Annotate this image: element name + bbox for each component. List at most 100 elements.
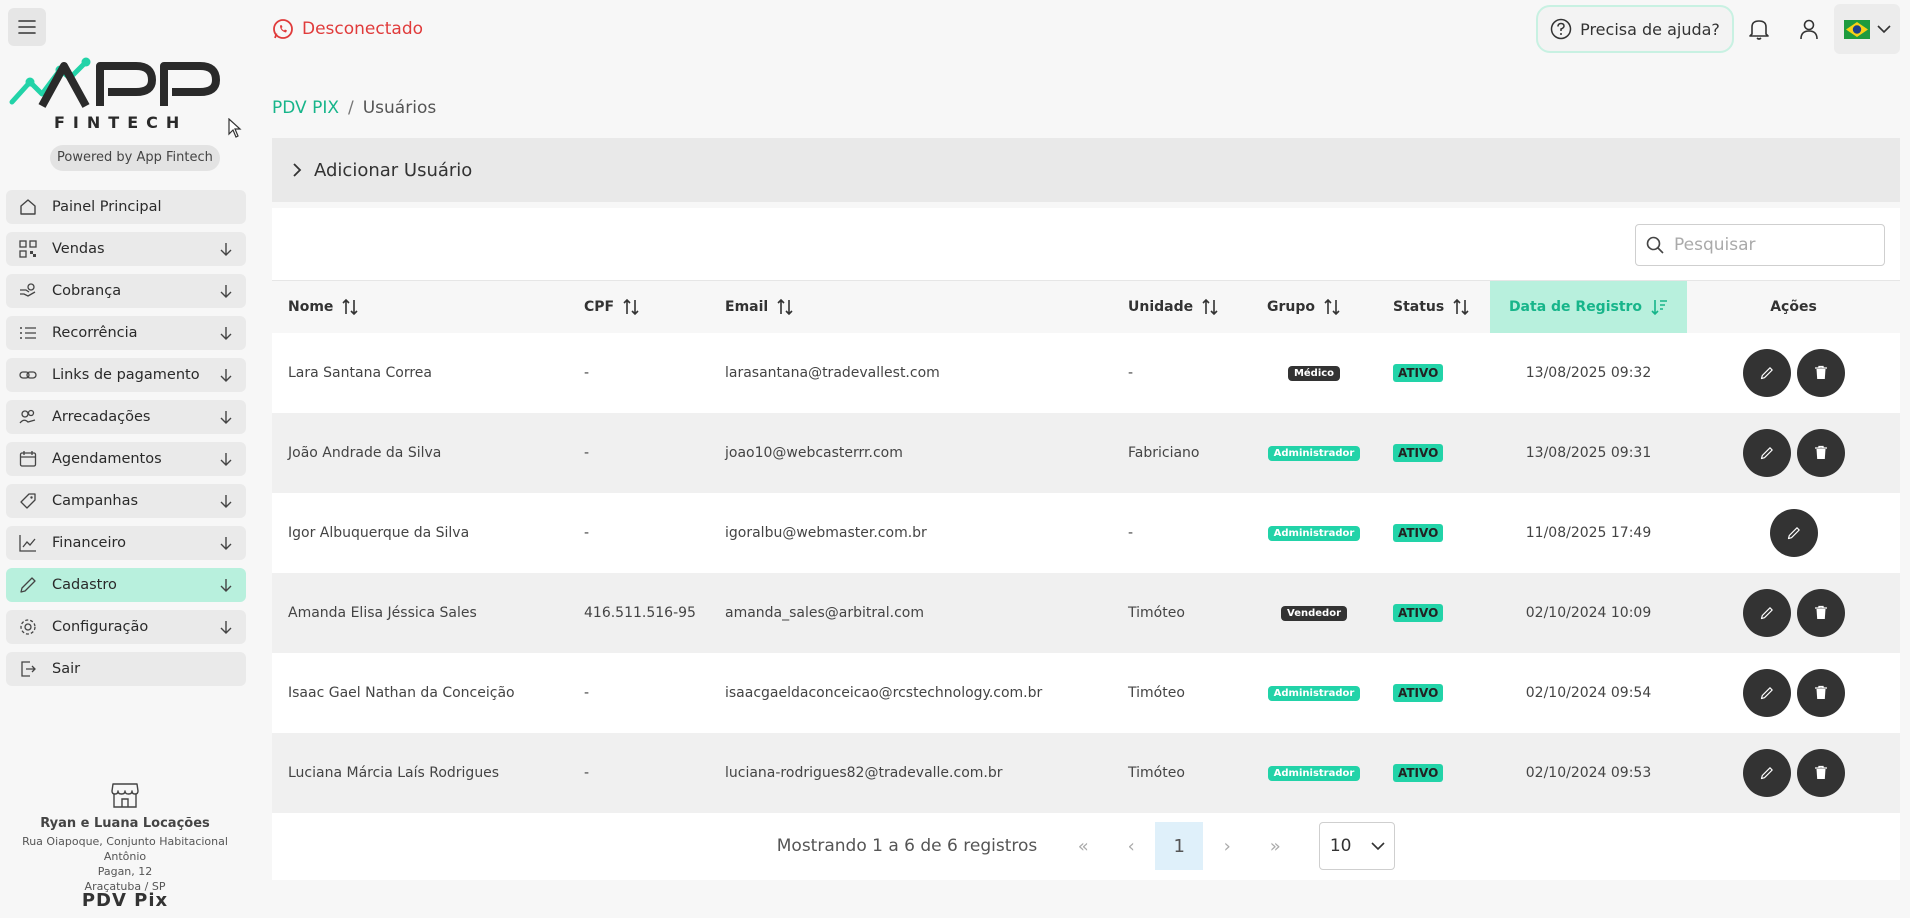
arrow-down-icon (218, 409, 234, 425)
column-header-nome[interactable]: Nome (272, 281, 568, 333)
next-page-button[interactable]: › (1203, 822, 1251, 870)
hand-money-icon (18, 281, 38, 301)
calendar-icon (18, 449, 38, 469)
sidebar-item-campanhas[interactable]: Campanhas (6, 484, 246, 518)
bell-icon (1748, 17, 1770, 41)
column-header-cpf[interactable]: CPF (568, 281, 709, 333)
sidebar-item-agendamentos[interactable]: Agendamentos (6, 442, 246, 476)
page-size-select[interactable]: 10 (1319, 822, 1396, 870)
trash-icon (1814, 445, 1828, 460)
cell-acoes (1687, 733, 1900, 813)
edit-button[interactable] (1742, 428, 1791, 477)
sidebar-item-label: Sair (52, 661, 81, 677)
sort-icon (341, 298, 359, 316)
first-page-button[interactable]: « (1059, 822, 1107, 870)
cell-nome: João Andrade da Silva (288, 444, 442, 461)
hamburger-icon (18, 20, 36, 34)
sort-icon (776, 298, 794, 316)
column-header-status[interactable]: Status (1377, 281, 1490, 333)
cell-nome: Amanda Elisa Jéssica Sales (288, 604, 477, 621)
edit-button[interactable] (1742, 748, 1791, 797)
user-profile-button[interactable] (1794, 14, 1824, 44)
sidebar-item-cadastro[interactable]: Cadastro (6, 568, 246, 602)
menu-toggle-button[interactable] (8, 8, 46, 46)
column-header-email[interactable]: Email (709, 281, 1112, 333)
breadcrumb-current: Usuários (362, 98, 437, 118)
add-user-toggle[interactable]: Adicionar Usuário (272, 138, 1900, 202)
row-actions (1742, 748, 1845, 797)
column-label: Unidade (1128, 298, 1194, 315)
language-selector[interactable] (1834, 4, 1900, 54)
pencil-icon (1760, 446, 1774, 460)
edit-button[interactable] (1769, 508, 1818, 557)
cell-nome: Isaac Gael Nathan da Conceição (288, 684, 515, 701)
cell-acoes (1687, 413, 1900, 493)
help-button[interactable]: Precisa de ajuda? (1536, 5, 1734, 53)
delete-button[interactable] (1796, 348, 1845, 397)
table-row: João Andrade da Silva - joao10@webcasterrr… (272, 412, 1900, 493)
cell-status: ATIVO (1377, 493, 1490, 573)
list-icon (18, 323, 38, 343)
sort-descending-icon (1650, 298, 1668, 316)
edit-button[interactable] (1742, 588, 1791, 637)
notifications-button[interactable] (1744, 14, 1774, 44)
search-input[interactable] (1674, 235, 1874, 255)
pencil-icon (1760, 766, 1774, 780)
table-row: Igor Albuquerque da Silva - igoralbu@webma… (272, 492, 1900, 573)
connection-status[interactable]: Desconectado (272, 18, 423, 40)
cell-unidade: - (1128, 364, 1134, 381)
column-header-unidade[interactable]: Unidade (1112, 281, 1251, 333)
sidebar-item-sair[interactable]: Sair (6, 652, 246, 686)
cell-data-registro: 02/10/2024 09:53 (1525, 764, 1652, 781)
gear-icon (18, 617, 38, 637)
arrow-down-icon (218, 535, 234, 551)
cell-email: amanda_sales@arbitral.com (725, 604, 924, 621)
cell-unidade: Timóteo (1128, 684, 1185, 701)
delete-button[interactable] (1796, 668, 1845, 717)
cell-cpf: - (584, 684, 590, 701)
question-icon (1550, 18, 1580, 40)
edit-button[interactable] (1742, 668, 1791, 717)
chevron-down-icon (1371, 841, 1385, 851)
delete-button[interactable] (1796, 428, 1845, 477)
sidebar-item-configuracao[interactable]: Configuração (6, 610, 246, 644)
delete-button[interactable] (1796, 748, 1845, 797)
breadcrumb-root-link[interactable]: PDV PIX (272, 98, 339, 118)
sidebar-item-vendas[interactable]: Vendas (6, 232, 246, 266)
page-button-current[interactable]: 1 (1155, 822, 1204, 870)
search-icon (1646, 236, 1664, 254)
column-label: Nome (288, 298, 334, 315)
cell-email: igoralbu@webmaster.com.br (725, 524, 927, 541)
delete-button[interactable] (1796, 588, 1845, 637)
sidebar-item-label: Vendas (52, 241, 105, 257)
column-header-data-registro[interactable]: Data de Registro (1490, 280, 1687, 333)
last-page-button[interactable]: » (1251, 822, 1299, 870)
sidebar-item-financeiro[interactable]: Financeiro (6, 526, 246, 560)
row-actions (1742, 668, 1845, 717)
pagination: Mostrando 1 a 6 de 6 registros « ‹ 1 › »… (272, 820, 1900, 872)
page-size-value: 10 (1329, 836, 1352, 856)
cell-email: larasantana@tradevallest.com (725, 364, 940, 381)
group-badge: Administrador (1267, 766, 1361, 781)
store-address-line1: Rua Oiapoque, Conjunto Habitacional Antô… (22, 835, 228, 863)
arrow-down-icon (218, 367, 234, 383)
prev-page-button[interactable]: ‹ (1107, 822, 1155, 870)
logo-text: FINTECH (54, 113, 187, 132)
sidebar-item-links-de-pagamento[interactable]: Links de pagamento (6, 358, 246, 392)
sidebar-item-arrecadacoes[interactable]: Arrecadações (6, 400, 246, 434)
cell-nome: Igor Albuquerque da Silva (288, 524, 470, 541)
cell-unidade: Timóteo (1128, 764, 1185, 781)
home-icon (18, 197, 38, 217)
arrow-down-icon (218, 283, 234, 299)
column-header-grupo[interactable]: Grupo (1251, 281, 1377, 333)
arrow-down-icon (218, 241, 234, 257)
table-header-row: Nome CPF Email Unidade Grupo Status Data… (272, 280, 1900, 333)
sidebar-item-recorrencia[interactable]: Recorrência (6, 316, 246, 350)
sidebar-item-cobranca[interactable]: Cobrança (6, 274, 246, 308)
cell-status: ATIVO (1377, 573, 1490, 653)
connection-status-label: Desconectado (302, 19, 424, 39)
cell-acoes (1687, 573, 1900, 653)
edit-button[interactable] (1742, 348, 1791, 397)
sidebar-item-label: Campanhas (52, 493, 139, 509)
sidebar-item-painel-principal[interactable]: Painel Principal (6, 190, 246, 224)
